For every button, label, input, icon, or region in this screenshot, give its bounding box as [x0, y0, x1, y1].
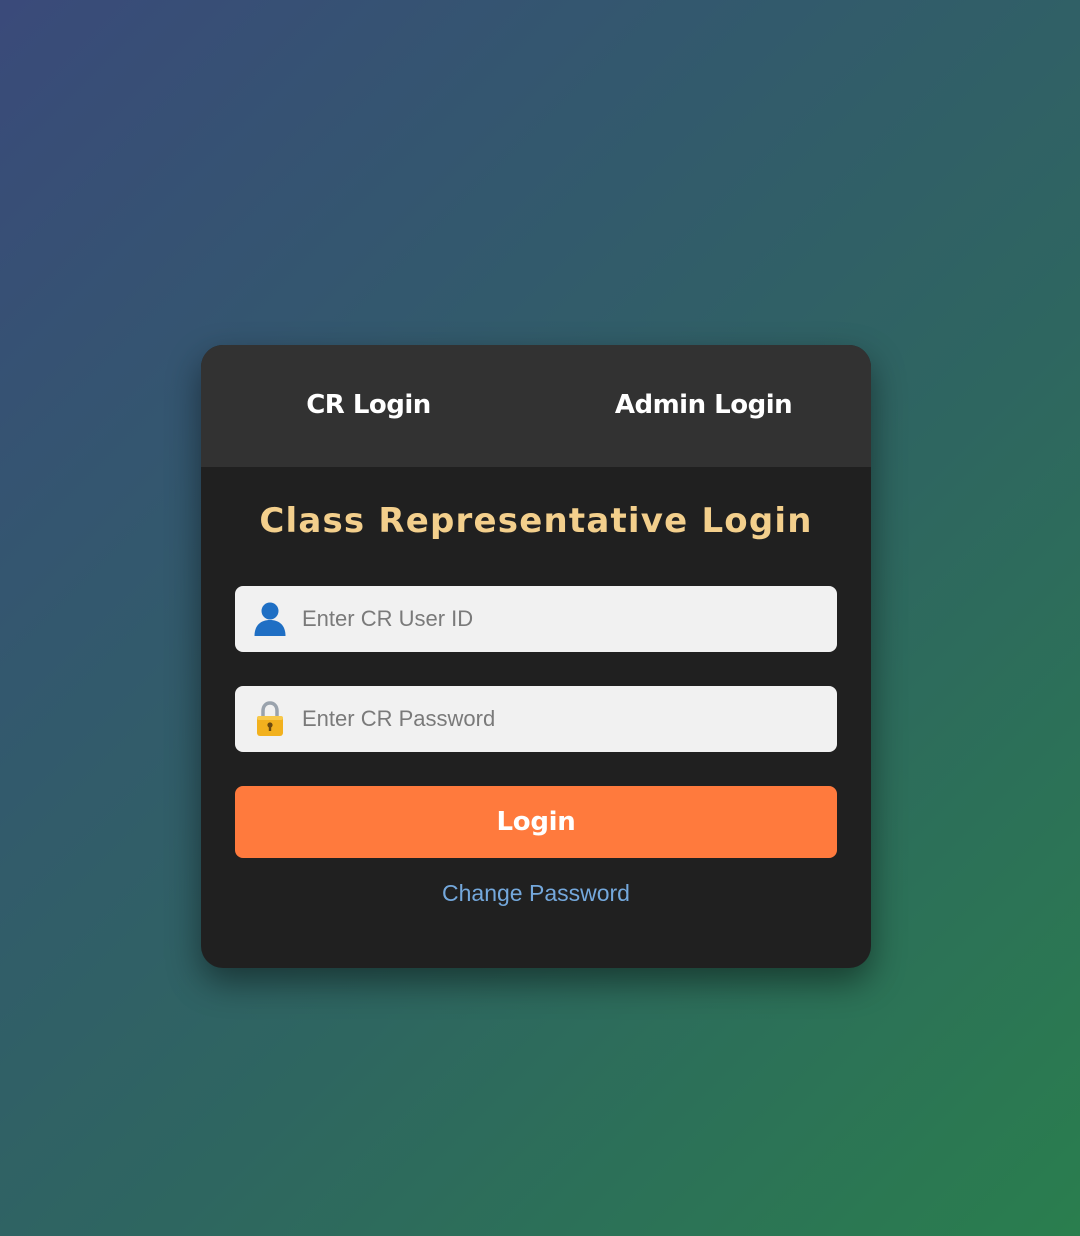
change-password-link[interactable]: Change Password: [235, 880, 837, 907]
password-input[interactable]: [235, 686, 837, 752]
user-id-field: [235, 586, 837, 652]
login-tabs: CR Login Admin Login: [201, 345, 871, 467]
login-button[interactable]: Login: [235, 786, 837, 858]
tab-admin-login[interactable]: Admin Login: [536, 345, 871, 467]
form-title: Class Representative Login: [259, 501, 813, 541]
lock-icon: [253, 700, 287, 738]
password-field: [235, 686, 837, 752]
user-id-input[interactable]: [235, 586, 837, 652]
login-form: Class Representative Login Enter CR User…: [201, 500, 871, 907]
tab-cr-login[interactable]: CR Login: [201, 345, 536, 467]
user-icon: [253, 600, 287, 638]
login-card: CR Login Admin Login Class Representativ…: [201, 345, 871, 968]
